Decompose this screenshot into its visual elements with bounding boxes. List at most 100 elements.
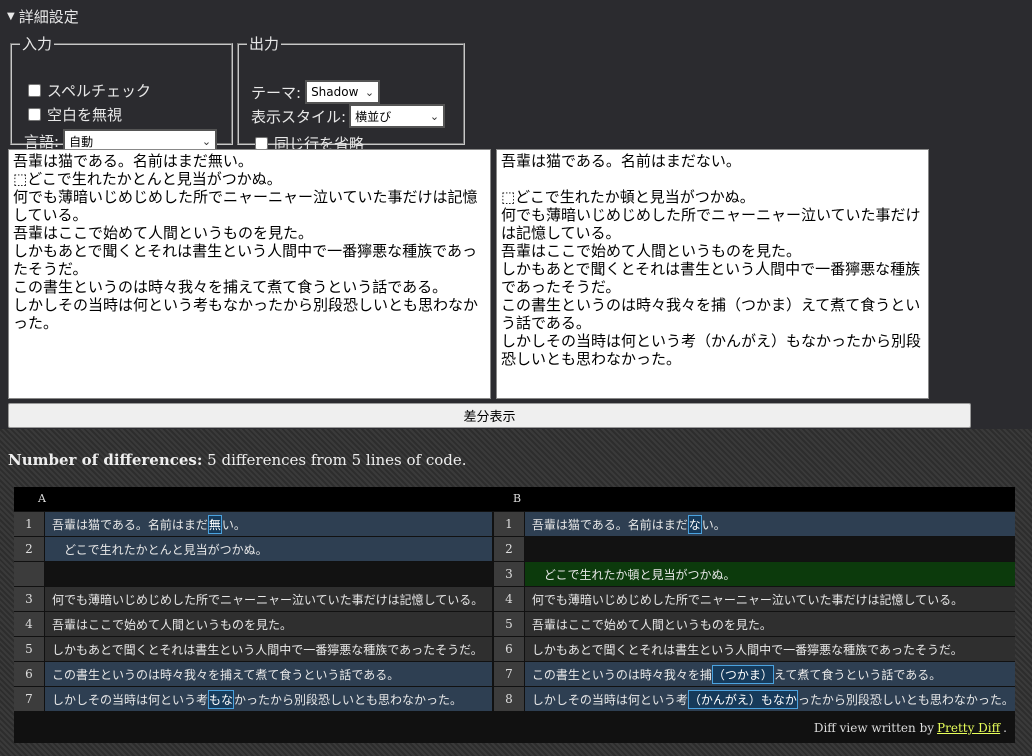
line-text-a	[45, 562, 492, 586]
ignore-whitespace-row[interactable]: 空白を無視	[28, 104, 122, 125]
theme-select[interactable]: Shadow ⌄	[305, 80, 381, 104]
line-text-segment: しかもあとで聞くとそれは書生という人間中で一番獰悪な種族であったそうだ。	[52, 642, 483, 657]
advanced-settings-summary[interactable]: ▼ 詳細設定	[7, 6, 79, 27]
ignore-whitespace-checkbox[interactable]	[28, 108, 41, 121]
diff-row: 6 この書生というのは時々我々を捕 えて煮て食うという話である。 7 この書生というのは…	[14, 661, 1015, 686]
diff-cell-a: 3 何でも薄暗いじめじめした所でニャーニャー泣いていた事だけは記憶している。	[14, 587, 492, 611]
diff-row: 4 吾輩はここで始めて人間というものを見た。 5 吾輩はここで始めて人間というものを見…	[14, 611, 1015, 636]
diff-rows: 1 吾輩は猫である。名前はまだ無い。 1 吾輩は猫である。名前はまだない。 2 どこで生…	[14, 511, 1015, 711]
line-text-a: 何でも薄暗いじめじめした所でニャーニャー泣いていた事だけは記憶している。	[45, 587, 492, 611]
difference-count-label: Number of differences:	[8, 451, 203, 469]
changed-text-highlight: もな	[208, 689, 235, 709]
spellcheck-label: スペルチェック	[47, 82, 151, 100]
diff-report: Number of differences: 5 differences fro…	[0, 429, 1032, 756]
line-number-b: 1	[494, 512, 525, 536]
diff-cell-a: 5 しかもあとで聞くとそれは書生という人間中で一番獰悪な種族であったそうだ。	[14, 637, 492, 661]
ignore-whitespace-label: 空白を無視	[47, 106, 123, 124]
changed-text-highlight: 無	[207, 514, 222, 534]
diff-footer: Diff view written by Pretty Diff.	[14, 713, 1015, 743]
summary-label: 詳細設定	[18, 8, 79, 26]
diff-cell-b: 4 何でも薄暗いじめじめした所でニャーニャー泣いていた事だけは記憶している。	[492, 587, 1015, 611]
source-text-a[interactable]: 吾輩は猫である。名前はまだ無い。 ⬚どこで生れたかとんと見当がつかぬ。 何でも薄…	[8, 149, 491, 399]
line-number-a: 6	[14, 662, 45, 686]
line-number-b: 5	[494, 612, 525, 636]
diff-cell-b: 7 この書生というのは時々我々を捕 （つかま） えて煮て食うという話である。	[492, 662, 1015, 686]
display-style-select[interactable]: 横並び ⌄	[349, 104, 446, 128]
diff-row: 3 どこで生れたか頓と見当がつかぬ。	[14, 561, 1015, 586]
line-text-segment: い。	[221, 517, 246, 532]
pretty-diff-link[interactable]: Pretty Diff	[937, 721, 1000, 735]
diff-cell-b: 6 しかもあとで聞くとそれは書生という人間中で一番獰悪な種族であったそうだ。	[492, 637, 1015, 661]
line-text-b: しかしその当時は何という考 （かんがえ）もなか ったから別段恐しいとも思わなかった。	[524, 687, 1015, 711]
diff-cell-a	[14, 562, 492, 586]
spellcheck-checkbox[interactable]	[28, 84, 41, 97]
line-number-b: 8	[494, 687, 525, 711]
diff-row: 2 どこで生れたかとんと見当がつかぬ。 2	[14, 536, 1015, 561]
line-text-segment: この書生というのは時々我々を捕	[531, 667, 712, 682]
line-text-b: 吾輩は猫である。名前はまだない。	[524, 512, 1015, 536]
diff-table-header: A B	[14, 487, 1015, 511]
line-text-segment: どこで生れたか頓と見当がつかぬ。	[531, 567, 736, 582]
line-number-a: 7	[14, 687, 45, 711]
difference-count: Number of differences: 5 differences fro…	[8, 451, 467, 469]
line-text-segment: かったから別段恐しいとも思わなかった。	[234, 692, 463, 707]
line-number-b: 6	[494, 637, 525, 661]
spellcheck-row[interactable]: スペルチェック	[28, 80, 151, 101]
line-number-b: 7	[494, 662, 525, 686]
line-text-segment: どこで生れたかとんと見当がつかぬ。	[52, 542, 268, 557]
line-text-segment: えて煮て食うという話である。	[232, 667, 400, 682]
line-text-segment: 吾輩は猫である。名前はまだ	[531, 517, 688, 532]
diff-cell-a: 4 吾輩はここで始めて人間というものを見た。	[14, 612, 492, 636]
diff-row: 1 吾輩は猫である。名前はまだ無い。 1 吾輩は猫である。名前はまだない。	[14, 511, 1015, 536]
line-text-segment: 吾輩はここで始めて人間というものを見た。	[52, 617, 293, 632]
line-text-a: この書生というのは時々我々を捕 えて煮て食うという話である。	[45, 662, 492, 686]
column-a-header: A	[38, 492, 46, 505]
line-number-a: 3	[14, 587, 45, 611]
diff-row: 5 しかもあとで聞くとそれは書生という人間中で一番獰悪な種族であったそうだ。 6 しか…	[14, 636, 1015, 661]
source-text-b[interactable]: 吾輩は猫である。名前はまだない。 ⬚どこで生れたか頓と見当がつかぬ。 何でも薄暗…	[496, 149, 929, 399]
disclosure-triangle-icon: ▼	[7, 11, 15, 22]
output-legend: 出力	[249, 35, 280, 53]
diff-cell-b: 8 しかしその当時は何という考 （かんがえ）もなか ったから別段恐しいとも思わなかった…	[492, 687, 1015, 711]
chevron-down-icon: ⌄	[201, 134, 212, 148]
footer-end: .	[1003, 721, 1007, 735]
line-text-b: この書生というのは時々我々を捕 （つかま） えて煮て食うという話である。	[524, 662, 1015, 686]
line-text-segment: 何でも薄暗いじめじめした所でニャーニャー泣いていた事だけは記憶している。	[52, 592, 484, 607]
line-text-segment: しかもあとで聞くとそれは書生という人間中で一番獰悪な種族であったそうだ。	[531, 642, 963, 657]
diff-cell-a: 2 どこで生れたかとんと見当がつかぬ。	[14, 537, 492, 561]
diff-cell-b: 2	[492, 537, 1015, 561]
line-text-segment: ったから別段恐しいとも思わなかった。	[797, 692, 1014, 707]
diff-cell-b: 3 どこで生れたか頓と見当がつかぬ。	[492, 562, 1015, 586]
line-text-segment: しかしその当時は何という考	[52, 692, 209, 707]
diff-table: A B 1 吾輩は猫である。名前はまだ無い。 1 吾輩は猫である。名前はまだない。 2 …	[14, 487, 1015, 743]
line-text-segment: 吾輩は猫である。名前はまだ	[52, 517, 208, 532]
line-text-segment: えて煮て食うという話である。	[773, 667, 942, 682]
line-text-segment: しかしその当時は何という考	[531, 692, 688, 707]
line-text-a: 吾輩はここで始めて人間というものを見た。	[45, 612, 492, 636]
language-select-value: 自動	[69, 134, 94, 149]
line-text-b: しかもあとで聞くとそれは書生という人間中で一番獰悪な種族であったそうだ。	[524, 637, 1015, 661]
line-number-a: 1	[14, 512, 45, 536]
chevron-down-icon: ⌄	[429, 109, 440, 123]
diff-row: 7 しかしその当時は何という考 もな かったから別段恐しいとも思わなかった。 8 しかしそ…	[14, 686, 1015, 711]
line-text-b: 吾輩はここで始めて人間というものを見た。	[524, 612, 1015, 636]
line-text-a: 吾輩は猫である。名前はまだ無い。	[45, 512, 492, 536]
show-diff-button[interactable]: 差分表示	[8, 403, 971, 428]
difference-count-text: 5 differences from 5 lines of code.	[207, 451, 467, 469]
changed-text-highlight: （かんがえ）もなか	[687, 689, 798, 709]
diff-cell-b: 1 吾輩は猫である。名前はまだない。	[492, 512, 1015, 536]
diff-cell-a: 6 この書生というのは時々我々を捕 えて煮て食うという話である。	[14, 662, 492, 686]
diff-row: 3 何でも薄暗いじめじめした所でニャーニャー泣いていた事だけは記憶している。 4 何で…	[14, 586, 1015, 611]
line-text-b: どこで生れたか頓と見当がつかぬ。	[524, 562, 1015, 586]
line-text-a: しかしその当時は何という考 もな かったから別段恐しいとも思わなかった。	[45, 687, 492, 711]
theme-select-value: Shadow	[311, 85, 359, 99]
line-number-a	[14, 562, 45, 586]
output-fieldset: 出力 テーマ: Shadow ⌄ 表示スタイル: 横並び ⌄ 同じ行を省略	[237, 33, 465, 153]
display-style-label: 表示スタイル:	[251, 107, 347, 126]
line-number-b: 2	[494, 537, 525, 561]
theme-label: テーマ:	[251, 83, 302, 102]
line-text-a: しかもあとで聞くとそれは書生という人間中で一番獰悪な種族であったそうだ。	[45, 637, 492, 661]
changed-text-highlight: （つかま）	[711, 664, 774, 684]
footer-text: Diff view written by	[813, 721, 935, 735]
line-text-b: 何でも薄暗いじめじめした所でニャーニャー泣いていた事だけは記憶している。	[524, 587, 1015, 611]
